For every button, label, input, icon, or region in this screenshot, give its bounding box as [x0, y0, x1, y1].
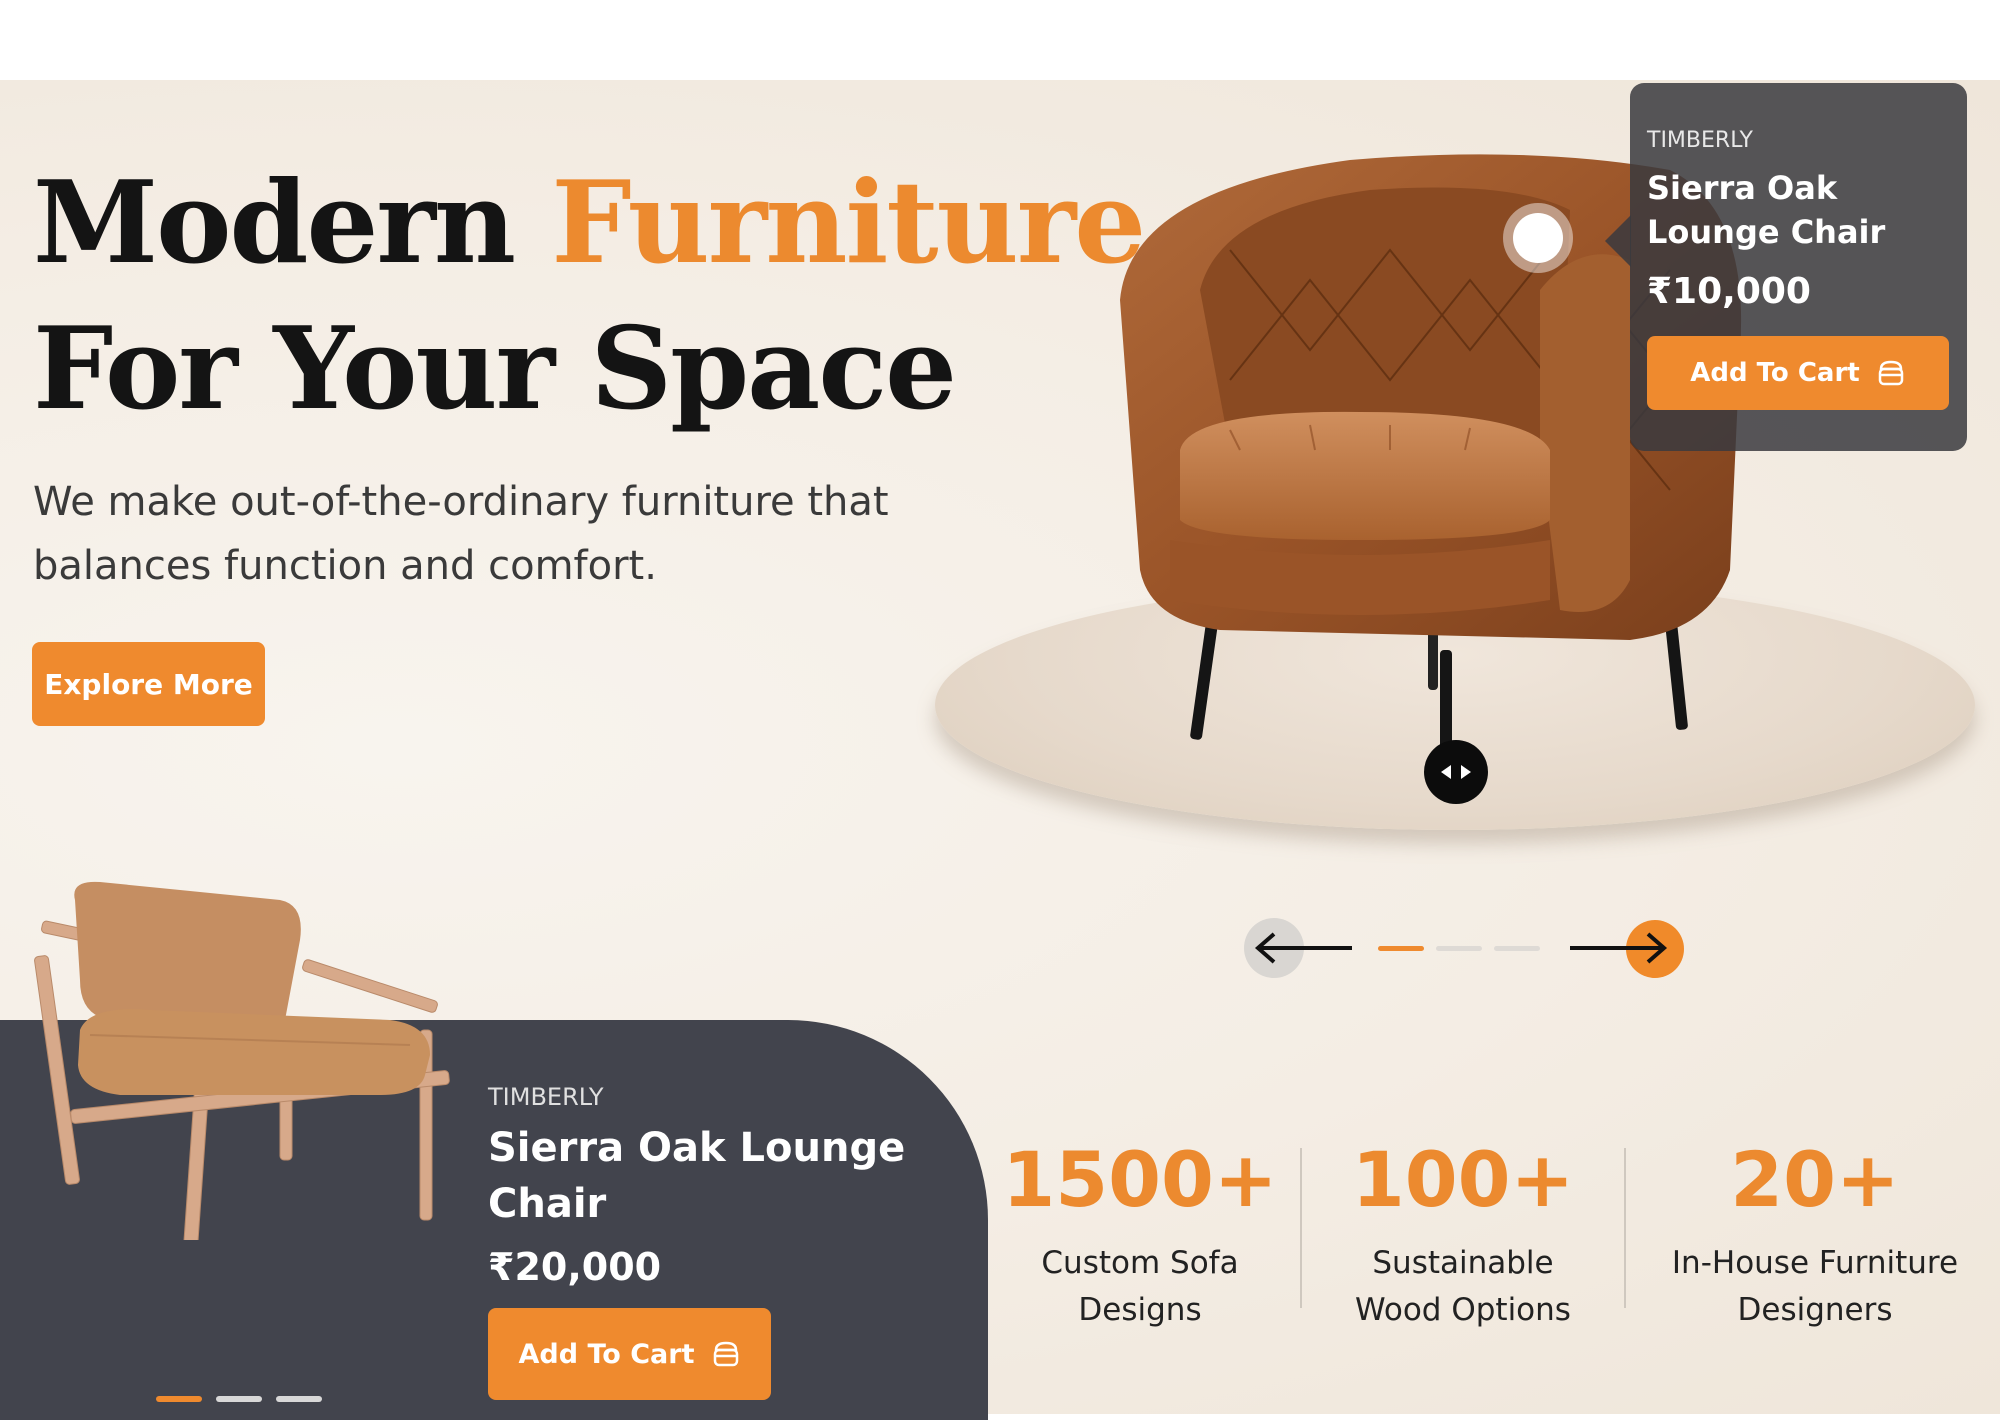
bottom-add-to-cart-button[interactable]: Add To Cart	[488, 1308, 771, 1400]
headline-line2: For Your Space	[33, 302, 957, 435]
product-brand: TIMBERLY	[1647, 128, 1753, 153]
carousel-dot[interactable]	[1494, 946, 1540, 951]
carousel-dot[interactable]	[1436, 946, 1482, 951]
bottom-product-brand: TIMBERLY	[488, 1083, 604, 1111]
stat-item: 20+ In-House Furniture Designers	[1665, 1130, 1965, 1334]
oak-lounge-chair-image	[34, 881, 450, 1240]
stat-item: 100+ Sustainable Wood Options	[1313, 1130, 1613, 1334]
panel-dot-active[interactable]	[156, 1396, 202, 1402]
carousel-dot-active[interactable]	[1378, 946, 1424, 951]
featured-product-card: TIMBERLY Sierra Oak Lounge Chair ₹10,000…	[1630, 83, 1967, 451]
stat-label: Sustainable Wood Options	[1355, 1245, 1571, 1328]
arrow-left-icon[interactable]	[1254, 930, 1354, 966]
stat-label: Custom Sofa Designs	[1041, 1245, 1239, 1328]
product-name: Sierra Oak Lounge Chair	[1647, 169, 1886, 251]
bottom-add-to-cart-label: Add To Cart	[518, 1338, 695, 1370]
cart-icon	[1878, 360, 1903, 386]
product-hotspot[interactable]	[1513, 213, 1563, 263]
add-to-cart-label: Add To Cart	[1690, 358, 1860, 388]
headline-part1: Modern	[33, 156, 552, 289]
stat-value: 20+	[1730, 1135, 1900, 1224]
panel-dot[interactable]	[216, 1396, 262, 1402]
stat-label: In-House Furniture Designers	[1671, 1245, 1959, 1328]
headline-accent: Furniture	[551, 156, 1146, 289]
card-pointer	[1605, 215, 1631, 267]
hero-subtext: We make out-of-the-ordinary furniture th…	[33, 479, 889, 589]
explore-more-button[interactable]: Explore More	[32, 642, 265, 726]
swap-arrows-icon[interactable]	[1424, 740, 1488, 804]
stat-item: 1500+ Custom Sofa Designs	[990, 1130, 1290, 1334]
stat-divider	[1624, 1148, 1626, 1308]
stat-value: 100+	[1351, 1135, 1575, 1224]
product-price: ₹10,000	[1647, 271, 1811, 312]
cart-icon	[713, 1341, 738, 1367]
bottom-product-price: ₹20,000	[488, 1245, 662, 1289]
panel-dot[interactable]	[276, 1396, 322, 1402]
arrow-right-icon[interactable]	[1570, 930, 1670, 966]
bottom-product-name: Sierra Oak Lounge Chair	[488, 1125, 906, 1227]
add-to-cart-button[interactable]: Add To Cart	[1647, 336, 1949, 410]
hero-headline: Modern Furniture For Your Space	[33, 150, 1146, 442]
stat-value: 1500+	[1002, 1135, 1278, 1224]
stat-divider	[1300, 1148, 1302, 1308]
